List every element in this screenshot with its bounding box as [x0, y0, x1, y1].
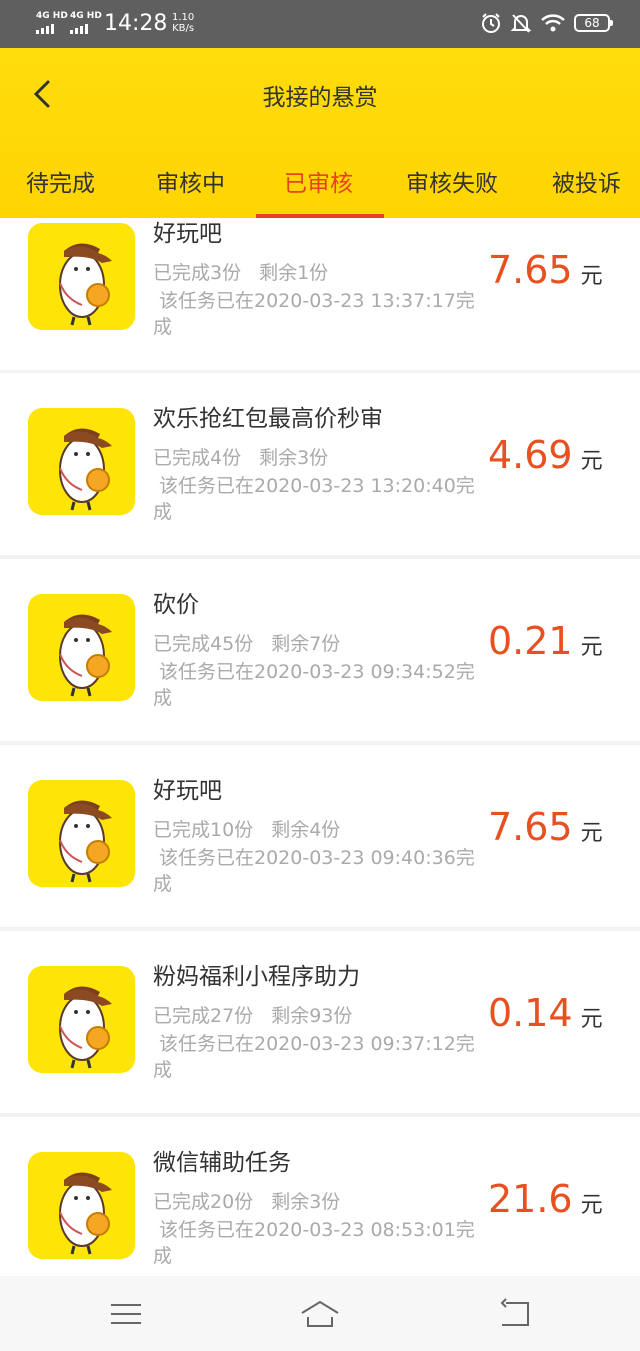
task-completion-time: 该任务已在2020-03-23 13:20:40完成	[153, 475, 475, 523]
task-reward: 7.65 元	[488, 805, 603, 849]
task-thumbnail	[28, 1152, 135, 1259]
task-card[interactable]: 好玩吧 已完成3份 剩余1份 该任务已在2020-03-23 13:37:17完成…	[0, 218, 640, 370]
reward-unit: 元	[580, 821, 603, 846]
reward-unit: 元	[580, 1007, 603, 1032]
network-2-label: 4G HD	[70, 11, 102, 21]
task-remaining-count: 剩余1份	[259, 262, 329, 284]
app-header: 我接的悬赏 待完成 审核中 已审核 审核失败 被投诉	[0, 48, 640, 218]
tab-reviewing[interactable]: 审核中	[156, 164, 225, 198]
reward-amount: 0.21	[488, 619, 573, 663]
task-title: 欢乐抢红包最高价秒审	[153, 406, 383, 432]
task-remaining-count: 剩余93份	[271, 1005, 353, 1027]
speed-unit: KB/s	[172, 23, 195, 34]
network-speed: 1.10 KB/s	[172, 12, 194, 34]
task-remaining-count: 剩余3份	[259, 447, 329, 469]
task-reward: 0.14 元	[488, 991, 603, 1035]
tab-pending[interactable]: 待完成	[26, 164, 95, 198]
reward-amount: 4.69	[488, 433, 573, 477]
reward-amount: 21.6	[488, 1177, 573, 1221]
task-thumbnail	[28, 780, 135, 887]
task-completed-count: 已完成4份	[153, 447, 242, 469]
battery-level: 68	[584, 16, 600, 30]
task-title: 好玩吧	[153, 778, 222, 804]
task-stats: 已完成3份 剩余1份	[153, 258, 328, 285]
task-card[interactable]: 粉妈福利小程序助力 已完成27份 剩余93份 该任务已在2020-03-23 09…	[0, 931, 640, 1113]
task-thumbnail	[28, 594, 135, 701]
task-thumbnail	[28, 223, 135, 330]
battery-icon: 68	[574, 14, 613, 32]
task-title: 好玩吧	[153, 221, 222, 247]
task-completed-count: 已完成20份	[153, 1191, 254, 1213]
task-completed-count: 已完成3份	[153, 262, 242, 284]
reward-amount: 0.14	[488, 991, 573, 1035]
reward-unit: 元	[580, 264, 603, 289]
task-reward: 0.21 元	[488, 619, 603, 663]
task-stats: 已完成4份 剩余3份	[153, 443, 328, 470]
status-bar: 4G HD 4G HD 14:28 1.10 KB/s 68	[0, 0, 640, 48]
speed-value: 1.10	[172, 12, 195, 23]
tab-complained[interactable]: 被投诉	[552, 164, 621, 198]
task-stats: 已完成20份 剩余3份	[153, 1187, 340, 1214]
task-completion-time: 该任务已在2020-03-23 09:37:12完成	[153, 1033, 475, 1081]
task-reward: 4.69 元	[488, 433, 603, 477]
reward-unit: 元	[580, 635, 603, 660]
back-icon[interactable]	[494, 1298, 534, 1330]
reward-amount: 7.65	[488, 805, 573, 849]
task-stats: 已完成27份 剩余93份	[153, 1001, 352, 1028]
task-title: 微信辅助任务	[153, 1150, 291, 1176]
tab-reviewed[interactable]: 已审核	[284, 164, 353, 198]
task-reward: 21.6 元	[488, 1177, 603, 1221]
task-thumbnail	[28, 408, 135, 515]
page-title: 我接的悬赏	[262, 85, 378, 111]
signal-2-icon: 4G HD	[70, 12, 102, 34]
reward-unit: 元	[580, 1193, 603, 1218]
home-icon[interactable]	[300, 1298, 340, 1330]
task-completed-count: 已完成27份	[153, 1005, 254, 1027]
task-completed-count: 已完成10份	[153, 819, 254, 841]
task-stats: 已完成10份 剩余4份	[153, 815, 340, 842]
task-list[interactable]: 好玩吧 已完成3份 剩余1份 该任务已在2020-03-23 13:37:17完成…	[0, 218, 640, 1276]
task-remaining-count: 剩余7份	[271, 633, 341, 655]
status-icons: 68	[480, 12, 613, 34]
menu-icon[interactable]	[106, 1298, 146, 1330]
task-card[interactable]: 欢乐抢红包最高价秒审 已完成4份 剩余3份 该任务已在2020-03-23 13:…	[0, 373, 640, 555]
task-title: 砍价	[153, 592, 199, 618]
reward-amount: 7.65	[488, 248, 573, 292]
tab-bar: 待完成 审核中 已审核 审核失败 被投诉	[0, 148, 640, 218]
system-nav-bar	[0, 1276, 640, 1351]
task-stats: 已完成45份 剩余7份	[153, 629, 340, 656]
mute-bell-icon	[510, 14, 532, 33]
task-remaining-count: 剩余3份	[271, 1191, 341, 1213]
task-completion-time: 该任务已在2020-03-23 09:40:36完成	[153, 847, 475, 895]
clock: 14:28	[104, 11, 168, 36]
alarm-icon	[482, 13, 500, 33]
task-thumbnail	[28, 966, 135, 1073]
wifi-icon	[541, 14, 565, 32]
task-card[interactable]: 好玩吧 已完成10份 剩余4份 该任务已在2020-03-23 09:40:36完…	[0, 745, 640, 927]
signal-1-icon: 4G HD	[36, 12, 68, 34]
task-completion-time: 该任务已在2020-03-23 13:37:17完成	[153, 290, 475, 338]
task-title: 粉妈福利小程序助力	[153, 964, 360, 990]
reward-unit: 元	[580, 449, 603, 474]
task-remaining-count: 剩余4份	[271, 819, 341, 841]
network-1-label: 4G HD	[36, 11, 68, 21]
tab-review-failed[interactable]: 审核失败	[406, 164, 498, 198]
task-completed-count: 已完成45份	[153, 633, 254, 655]
task-card[interactable]: 砍价 已完成45份 剩余7份 该任务已在2020-03-23 09:34:52完成…	[0, 559, 640, 741]
task-card[interactable]: 微信辅助任务 已完成20份 剩余3份 该任务已在2020-03-23 08:53:…	[0, 1117, 640, 1276]
task-reward: 7.65 元	[488, 248, 603, 292]
task-completion-time: 该任务已在2020-03-23 09:34:52完成	[153, 661, 475, 709]
task-completion-time: 该任务已在2020-03-23 08:53:01完成	[153, 1219, 475, 1267]
